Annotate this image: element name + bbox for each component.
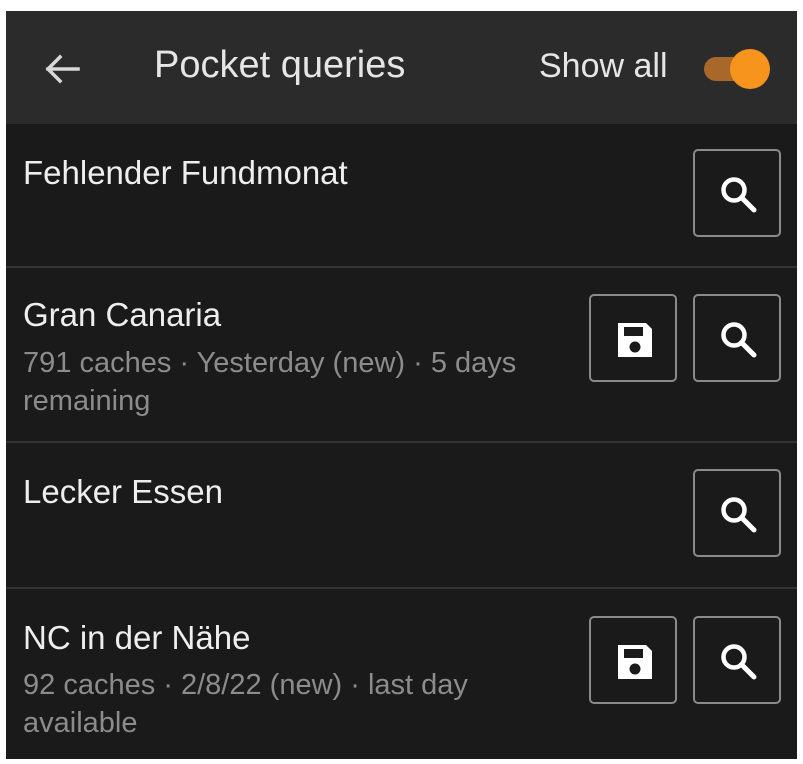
toggle-thumb <box>730 49 770 89</box>
query-name: Lecker Essen <box>23 473 223 510</box>
show-all-toggle[interactable] <box>698 49 770 89</box>
search-button[interactable] <box>693 616 781 704</box>
search-icon <box>721 322 757 358</box>
screen: Pocket queries Show all Fehlender Fundmo… <box>6 11 797 759</box>
search-button[interactable] <box>693 149 781 237</box>
query-name: Gran Canaria <box>23 296 222 333</box>
save-icon <box>618 323 652 357</box>
save-icon <box>618 645 652 679</box>
list-item[interactable]: Lecker Essen <box>6 443 797 589</box>
list-item[interactable]: Fehlender Fundmonat <box>6 124 797 268</box>
search-button[interactable] <box>693 469 781 557</box>
list-item[interactable]: Gran Canaria 791 caches · Yesterday (new… <box>6 268 797 443</box>
search-button[interactable] <box>693 294 781 382</box>
save-button[interactable] <box>589 294 677 382</box>
query-name: Fehlender Fundmonat <box>23 154 348 191</box>
arrow-left-icon <box>45 54 80 84</box>
query-name: NC in der Nähe <box>23 619 251 656</box>
save-button[interactable] <box>589 616 677 704</box>
show-all-label: Show all <box>539 47 668 85</box>
app-bar: Pocket queries Show all <box>6 11 797 124</box>
search-icon <box>721 177 757 213</box>
back-button[interactable] <box>42 49 82 89</box>
query-detail: 791 caches · Yesterday (new) · 5 days re… <box>23 347 517 417</box>
list-item[interactable]: NC in der Nähe 92 caches · 2/8/22 (new) … <box>6 589 797 759</box>
page-title: Pocket queries <box>154 44 406 86</box>
query-detail: 92 caches · 2/8/22 (new) · last day avai… <box>23 669 468 739</box>
search-icon <box>721 644 757 680</box>
search-icon <box>721 497 757 533</box>
